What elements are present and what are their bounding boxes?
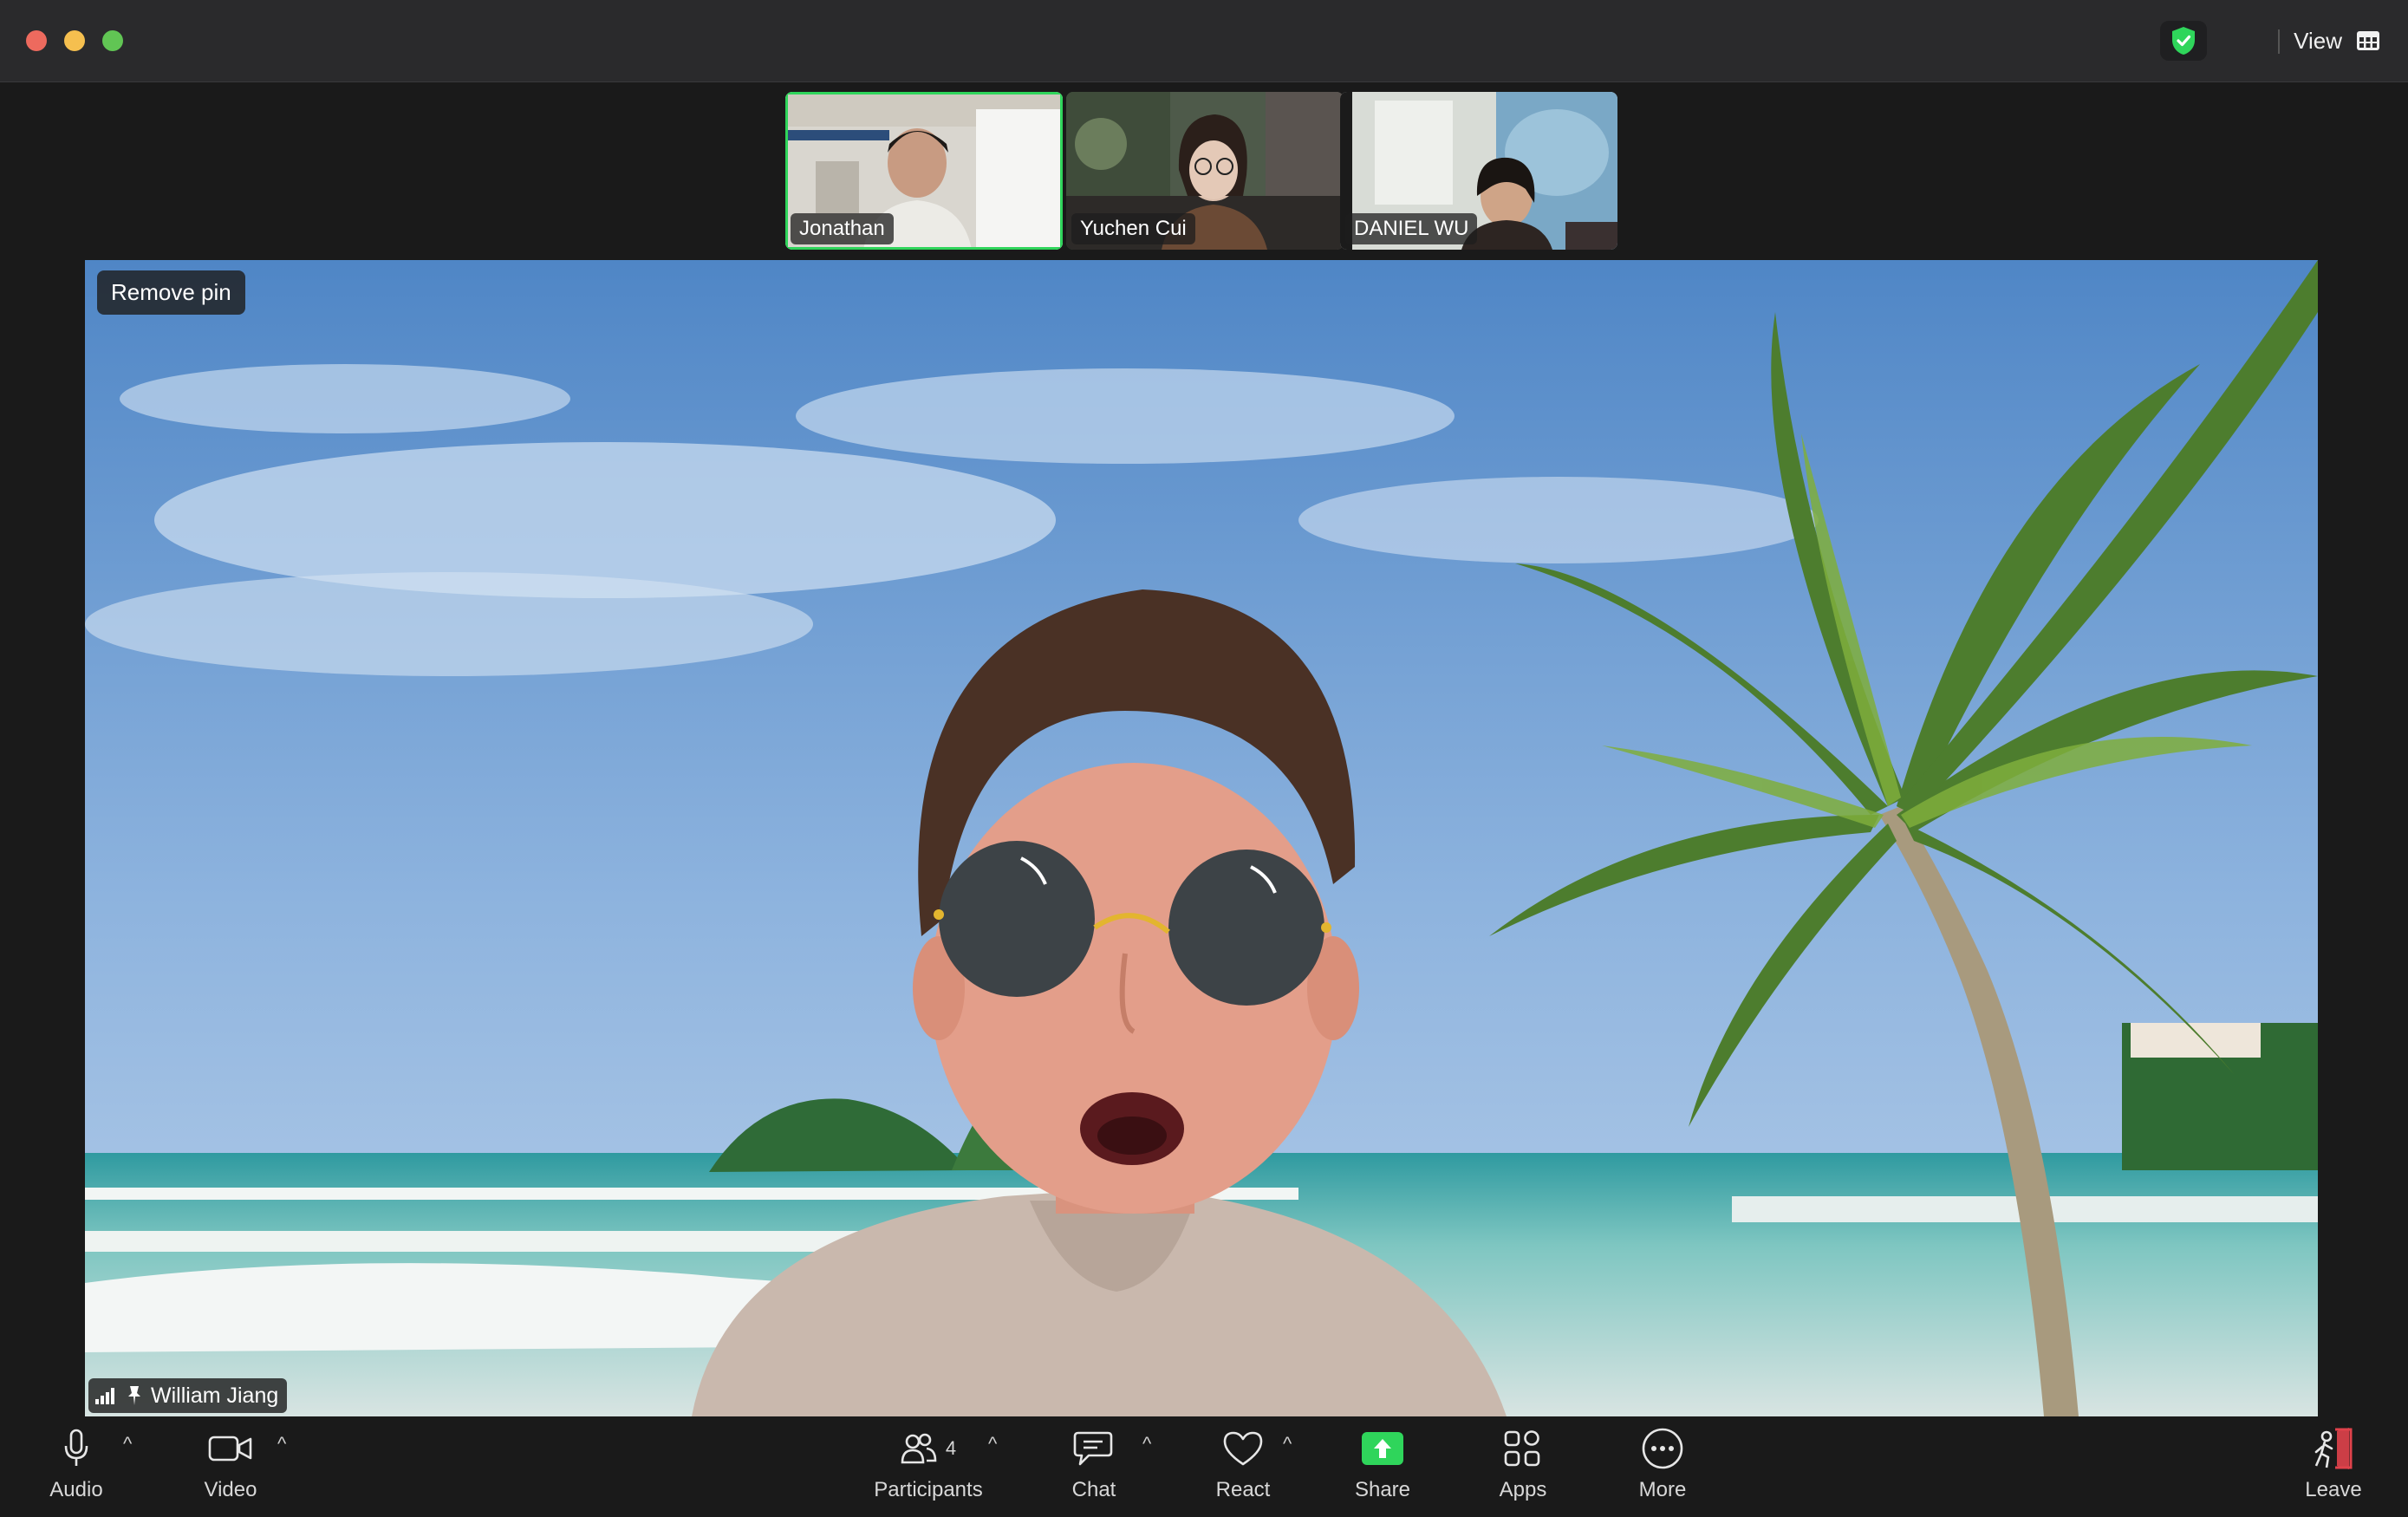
- minimize-window-button[interactable]: [64, 30, 85, 51]
- apps-icon: [1504, 1430, 1540, 1467]
- video-options-caret-icon[interactable]: ^: [277, 1433, 286, 1455]
- chat-options-caret-icon[interactable]: ^: [1142, 1433, 1151, 1455]
- participant-name-label: Jonathan: [791, 213, 894, 244]
- chat-button[interactable]: Chat: [1059, 1424, 1129, 1511]
- participants-count: 4: [945, 1437, 957, 1459]
- participants-label: Participants: [874, 1478, 983, 1501]
- share-screen-button[interactable]: Share: [1348, 1424, 1417, 1511]
- audio-label: Audio: [49, 1478, 103, 1501]
- participant-name: William Jiang: [151, 1383, 279, 1408]
- more-options-icon: [1642, 1428, 1683, 1469]
- view-label: View: [2294, 27, 2342, 54]
- pinned-video-tile[interactable]: Remove pin William Jiang: [85, 260, 2318, 1416]
- leave-meeting-button[interactable]: Leave: [2299, 1424, 2368, 1511]
- chat-label: Chat: [1071, 1478, 1116, 1501]
- share-label: Share: [1354, 1478, 1411, 1501]
- react-options-caret-icon[interactable]: ^: [1283, 1433, 1292, 1455]
- react-label: React: [1215, 1478, 1271, 1501]
- participant-tile-daniel-wu[interactable]: DANIEL WU: [1340, 92, 1617, 250]
- audio-button[interactable]: Audio: [42, 1424, 111, 1511]
- view-button[interactable]: View: [2283, 19, 2391, 62]
- participant-tile-jonathan[interactable]: Jonathan: [785, 92, 1063, 250]
- video-camera-icon: [208, 1436, 252, 1462]
- participants-button[interactable]: 4 Participants: [863, 1424, 993, 1511]
- participant-name-label: DANIEL WU: [1345, 213, 1478, 244]
- video-label: Video: [204, 1478, 257, 1501]
- zoom-window-button[interactable]: [102, 30, 123, 51]
- apps-label: Apps: [1499, 1478, 1547, 1501]
- title-bar: View: [0, 0, 2408, 82]
- microphone-icon: [64, 1429, 88, 1466]
- participant-name-tag: William Jiang: [88, 1378, 288, 1413]
- share-screen-icon: [1362, 1432, 1403, 1465]
- heart-icon: [1223, 1431, 1263, 1466]
- signal-strength-icon: [95, 1388, 114, 1404]
- security-shield-icon[interactable]: [2160, 21, 2207, 61]
- close-window-button[interactable]: [26, 30, 47, 51]
- participant-name-label: Yuchen Cui: [1071, 213, 1195, 244]
- react-button[interactable]: React: [1208, 1424, 1278, 1511]
- apps-button[interactable]: Apps: [1488, 1424, 1558, 1511]
- main-video-feed: [85, 260, 2318, 1416]
- chat-bubble-icon: [1073, 1431, 1113, 1466]
- more-button[interactable]: More: [1628, 1424, 1697, 1511]
- video-button[interactable]: Video: [196, 1424, 265, 1511]
- participants-options-caret-icon[interactable]: ^: [988, 1433, 997, 1455]
- remove-pin-button[interactable]: Remove pin: [97, 270, 245, 315]
- meeting-controls-bar: Audio ^ Video ^ 4 Participants ^ Chat ^ …: [0, 1417, 2408, 1517]
- leave-label: Leave: [2305, 1478, 2362, 1501]
- participants-icon: [901, 1433, 937, 1464]
- more-label: More: [1638, 1478, 1687, 1501]
- participant-tile-yuchen-cui[interactable]: Yuchen Cui: [1066, 92, 1344, 250]
- titlebar-divider: [2278, 29, 2280, 54]
- gallery-grid-icon: [2357, 31, 2379, 50]
- pin-icon: [128, 1386, 140, 1405]
- leave-door-icon: [2314, 1428, 2353, 1469]
- audio-options-caret-icon[interactable]: ^: [123, 1433, 132, 1455]
